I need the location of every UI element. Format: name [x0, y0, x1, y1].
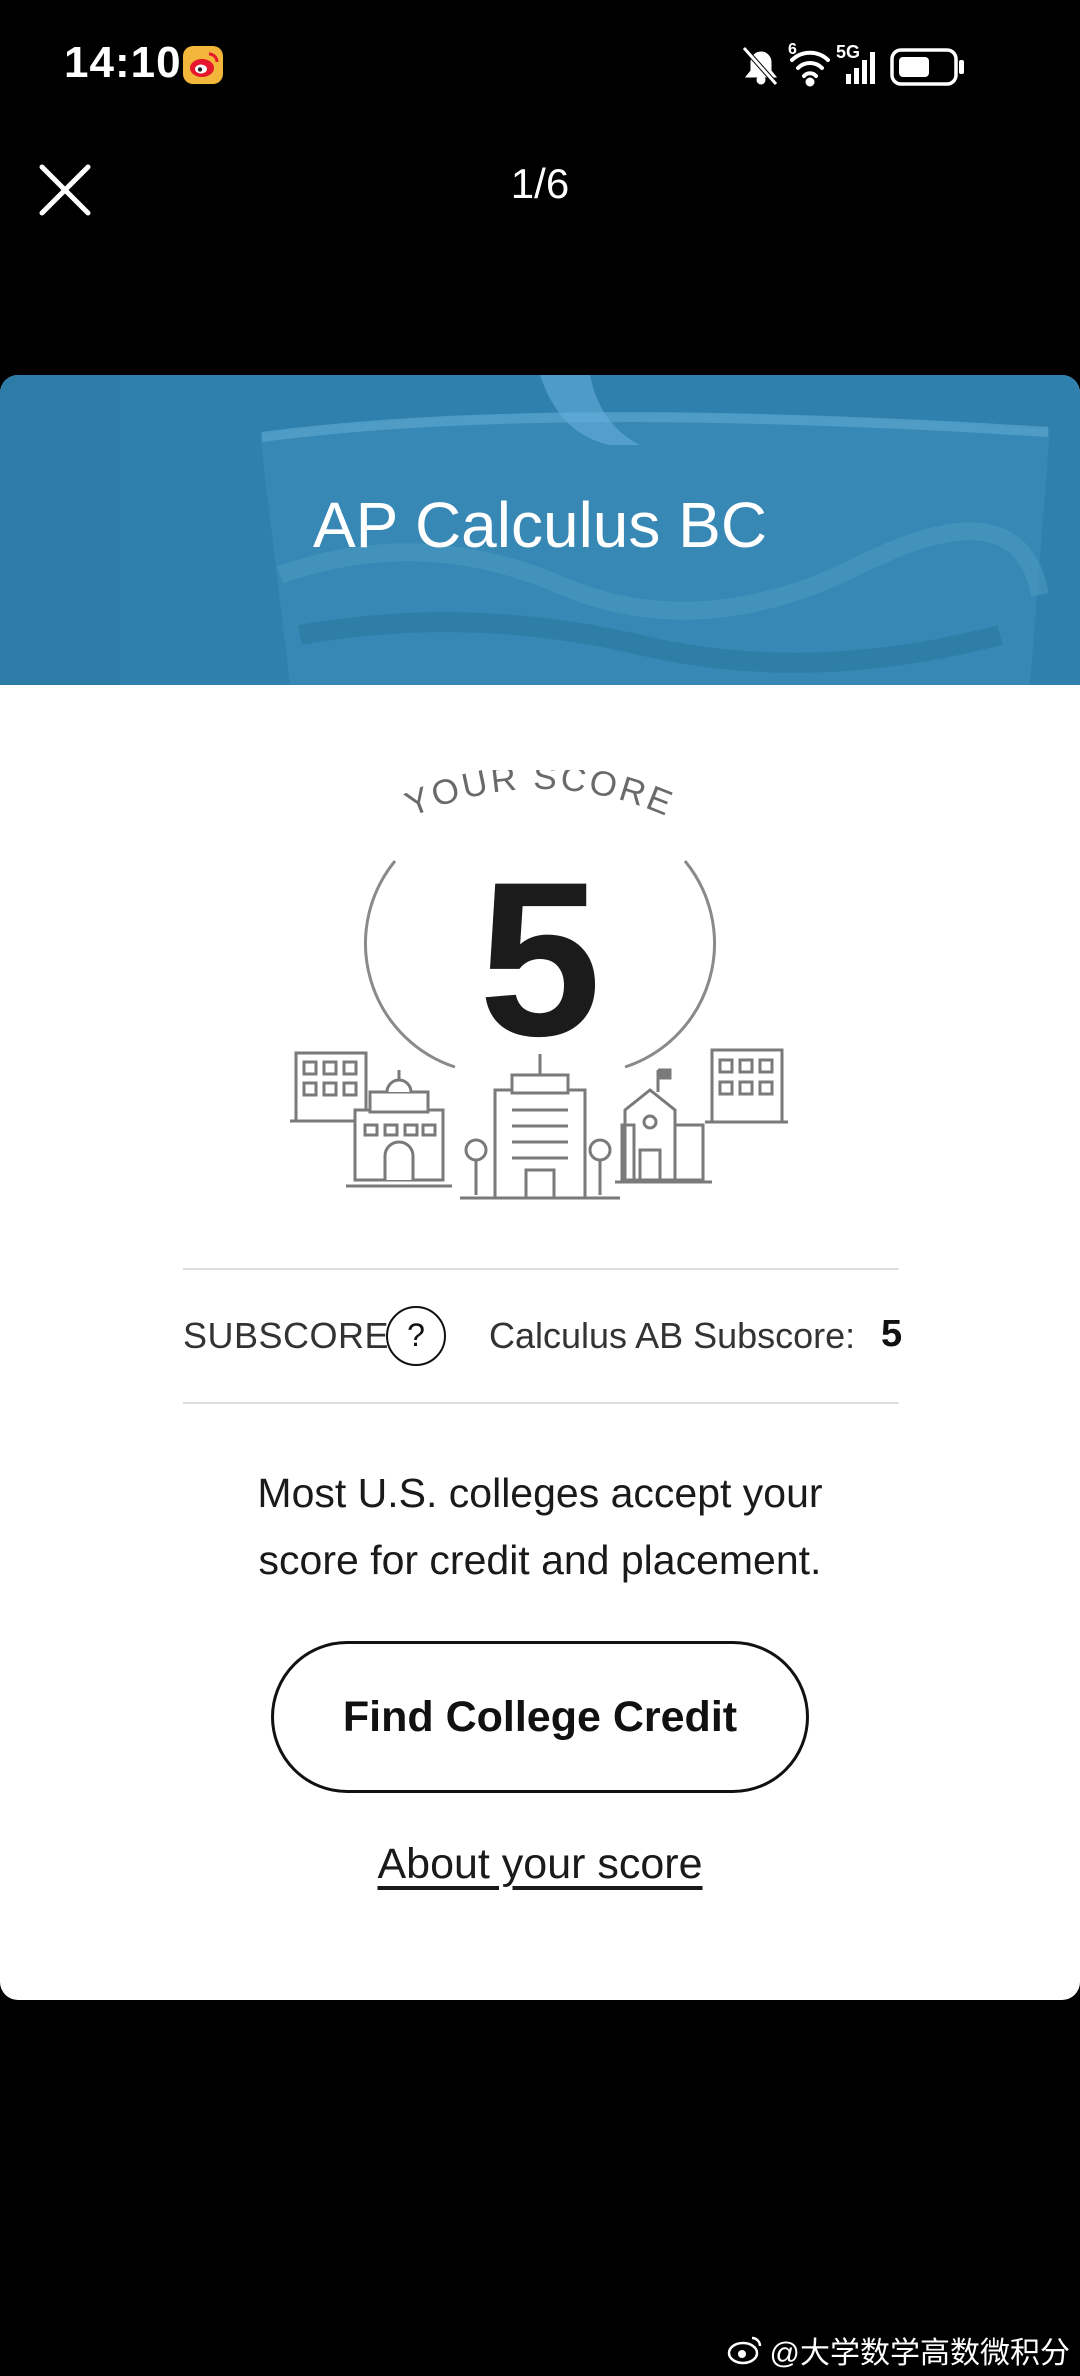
building-icon [290, 1048, 788, 1200]
message-line-1: Most U.S. colleges accept your [257, 1470, 823, 1516]
watermark-text: @大学数学高数微积分 [769, 2337, 1070, 2370]
subscore-text: Calculus AB Subscore: [489, 1315, 856, 1356]
score-arc-label: YOUR SCORE [400, 770, 680, 824]
score-card: AP Calculus BC YOUR SCORE 5 SUBSCORE ? C… [0, 375, 1080, 2000]
find-college-credit-button[interactable]: Find College Credit [271, 1641, 809, 1793]
wifi-sub-label: 6 [788, 41, 797, 58]
battery-icon [890, 48, 964, 86]
status-icons: 6 5G [740, 40, 1020, 92]
subscore-label: SUBSCORE [183, 1315, 390, 1356]
weibo-icon [183, 46, 223, 84]
subscore-help-button[interactable]: ? [386, 1306, 446, 1366]
score-illustration: YOUR SCORE 5 [280, 758, 800, 1225]
clock: 14:10 [64, 38, 182, 87]
network-type: 5G [836, 42, 860, 62]
divider-bottom [183, 1402, 899, 1404]
wifi-icon [790, 50, 830, 87]
weibo-icon [727, 2336, 761, 2365]
score-value: 5 [479, 836, 601, 1082]
subscore-value: 5 [881, 1313, 903, 1355]
status-bar: 14:10 6 5G [0, 0, 1080, 130]
credit-message: Most U.S. colleges accept your score for… [140, 1460, 940, 1594]
about-your-score-link[interactable]: About your score [0, 1840, 1080, 1889]
watermark: @大学数学高数微积分 [726, 2328, 1070, 2372]
question-icon: ? [407, 1317, 425, 1353]
divider-top [183, 1268, 899, 1270]
course-title: AP Calculus BC [312, 489, 768, 561]
hero-banner: AP Calculus BC [0, 375, 1080, 685]
message-line-2: score for credit and placement. [258, 1537, 822, 1583]
mute-icon [742, 46, 778, 86]
page-counter: 1/6 [510, 160, 570, 207]
